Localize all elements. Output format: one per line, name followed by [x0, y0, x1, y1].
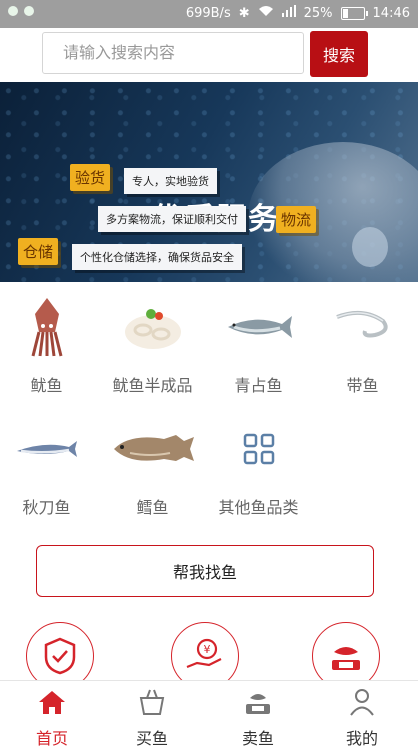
network-speed: 699B/s	[185, 5, 231, 21]
tab-label: 卖鱼	[241, 729, 274, 748]
category-cod[interactable]: 鳕鱼	[100, 418, 205, 518]
mackerel-image	[206, 296, 311, 358]
category-squid-rings[interactable]: 鱿鱼半成品	[100, 296, 205, 396]
banner-tag-inspection: 验货	[70, 164, 111, 191]
saury-image	[0, 418, 99, 480]
battery-percent: 25%	[303, 5, 333, 21]
tab-mine[interactable]: 我的	[310, 681, 414, 749]
category-saury[interactable]: 秋刀鱼	[0, 418, 99, 518]
category-hairtail[interactable]: 带鱼	[310, 296, 415, 396]
scale-icon	[206, 685, 310, 719]
category-label: 鱿鱼半成品	[112, 376, 193, 395]
notification-icon	[8, 6, 18, 16]
category-mackerel[interactable]: 青占鱼	[206, 296, 311, 396]
status-bar: 699B/s ✱ 25% 14:46	[0, 0, 418, 28]
find-fish-button[interactable]: 帮我找鱼	[36, 545, 374, 597]
svg-text:¥: ¥	[204, 643, 211, 656]
hairtail-image	[310, 296, 415, 358]
cod-image	[100, 418, 205, 480]
feature-shortcuts: ¥	[0, 622, 418, 690]
service-banner[interactable]: ★ 优质服务 验货 专人，实地验货 物流 多方案物流，保证顺利交付 仓储 个性化…	[0, 82, 418, 282]
category-squid[interactable]: 鱿鱼	[0, 296, 99, 396]
category-label: 其他鱼品类	[218, 498, 299, 517]
tab-home[interactable]: 首页	[0, 681, 104, 749]
battery-fill	[342, 8, 349, 18]
category-label: 鱿鱼	[30, 376, 63, 395]
wifi-icon	[258, 5, 274, 21]
banner-note-inspection: 专人，实地验货	[124, 168, 217, 194]
tab-label: 首页	[35, 729, 68, 748]
grid-icon	[206, 418, 311, 480]
search-button[interactable]: 搜索	[310, 31, 368, 77]
category-label: 带鱼	[346, 376, 379, 395]
squid-image	[0, 296, 99, 358]
bluetooth-icon: ✱	[238, 5, 250, 21]
banner-tag-logistics: 物流	[276, 206, 317, 233]
home-icon	[0, 685, 104, 719]
squid-rings-image	[100, 296, 205, 358]
tab-sell-fish[interactable]: 卖鱼	[206, 681, 310, 749]
search-input[interactable]: 请输入搜索内容	[42, 32, 304, 74]
person-icon	[310, 685, 414, 719]
banner-note-logistics: 多方案物流，保证顺利交付	[98, 206, 246, 232]
bottom-tab-bar: 首页 买鱼 卖鱼 我的	[0, 680, 418, 749]
banner-note-storage: 个性化仓储选择，确保货品安全	[72, 244, 242, 270]
category-label: 秋刀鱼	[22, 498, 71, 517]
notification-icons	[8, 6, 34, 16]
signal-icon	[281, 5, 296, 21]
people-icon	[352, 227, 388, 267]
tab-label: 我的	[345, 729, 378, 748]
banner-tag-storage: 仓储	[18, 238, 59, 265]
wechat-icon	[24, 6, 34, 16]
battery-icon	[340, 6, 368, 20]
category-label: 青占鱼	[234, 376, 283, 395]
search-bar: 请输入搜索内容 搜索	[0, 28, 418, 82]
tab-label: 买鱼	[135, 729, 168, 748]
clock: 14:46	[372, 5, 410, 21]
basket-icon	[100, 685, 204, 719]
category-label: 鳕鱼	[136, 498, 169, 517]
tab-buy-fish[interactable]: 买鱼	[100, 681, 204, 749]
category-other-fish[interactable]: 其他鱼品类	[206, 418, 311, 518]
